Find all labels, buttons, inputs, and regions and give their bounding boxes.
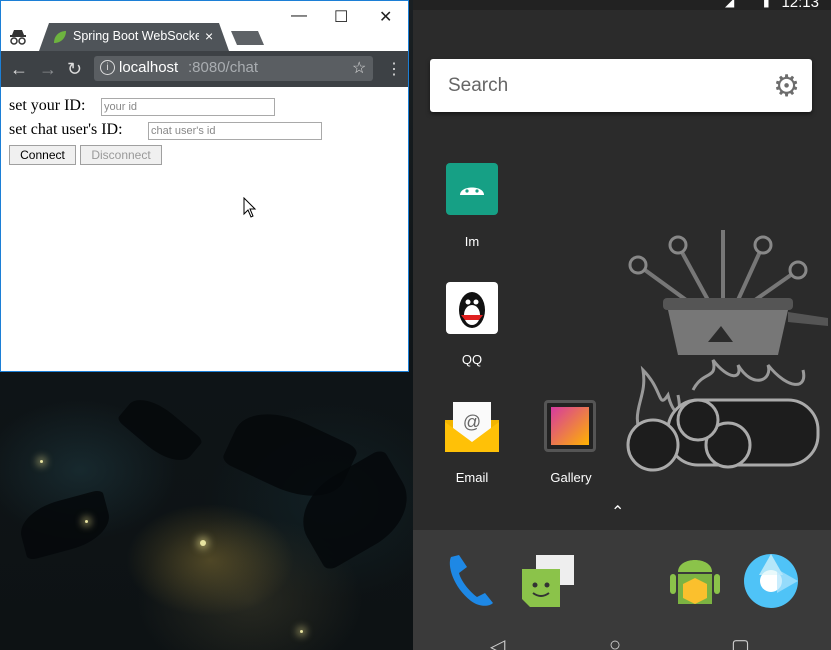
wallpaper-firefly [85,520,88,523]
store-icon[interactable] [668,550,722,612]
wallpaper-firefly [200,540,206,546]
wallpaper-firefly [40,460,43,463]
wallpaper-firefly [300,630,303,633]
spring-leaf-icon [54,31,66,43]
app-label-qq: QQ [461,352,483,367]
chat-id-label: set chat user's ID: [9,121,123,138]
phone-icon[interactable] [445,553,497,609]
nav-back-icon[interactable]: ◁ [490,634,505,650]
wallpaper-leaf [15,489,115,561]
maximize-button[interactable]: ☐ [334,7,348,27]
qq-penguin-icon[interactable] [446,282,498,334]
chat-id-input[interactable]: chat user's id [148,122,322,140]
url-host: localhost [119,59,179,76]
forward-icon[interactable]: → [39,59,57,80]
back-icon[interactable]: ← [10,59,28,80]
star-icon[interactable]: ☆ [352,58,366,78]
nav-recents-icon[interactable]: ▢ [731,634,750,650]
tab-title: Spring Boot WebSocket [73,29,199,43]
nav-home-icon[interactable]: ○ [609,634,621,650]
clock: 12:13 [781,0,819,11]
connect-button[interactable]: Connect [9,145,76,165]
messaging-icon[interactable] [518,553,576,609]
tab-close-button[interactable]: × [205,28,213,44]
email-icon[interactable]: @ [443,400,501,452]
search-bar[interactable]: Search ⚙ [430,59,812,112]
incognito-icon [10,30,26,45]
gear-icon[interactable]: ⚙ [773,69,800,104]
android-icon[interactable] [446,163,498,215]
fondue-wallpaper-illustration [626,230,828,472]
battery-icon: ▮ [763,0,770,9]
svg-text:@: @ [463,412,481,432]
gallery-icon[interactable] [544,400,596,452]
search-placeholder: Search [448,75,509,96]
reload-icon[interactable]: ↻ [67,59,82,80]
signal-icon: ◢ [725,0,735,9]
mouse-cursor-icon [243,197,257,218]
menu-icon[interactable]: ⋮ [386,59,402,79]
address-bar[interactable]: i localhost :8080/chat ☆ [94,56,373,81]
disconnect-button[interactable]: Disconnect [80,145,162,165]
minimize-button[interactable]: — [291,7,307,25]
app-label-gallery: Gallery [550,470,592,485]
app-label-email: Email [455,470,489,485]
your-id-input[interactable]: your id [101,98,275,116]
app-label-im: Im [464,234,480,249]
camera-icon[interactable] [743,553,799,609]
wallpaper-leaf [116,388,204,472]
chevron-up-icon[interactable]: ⌃ [611,502,624,522]
browser-window: — ☐ ✕ Spring Boot WebSocket × ← → ↻ i lo… [0,0,409,372]
your-id-label: set your ID: [9,97,86,114]
info-icon[interactable]: i [100,60,115,75]
url-path: :8080/chat [188,59,259,76]
android-home-screen: ◢ ▮ 12:13 Search ⚙ Im QQ @ Email Gallery… [413,0,831,650]
close-window-button[interactable]: ✕ [379,7,392,27]
